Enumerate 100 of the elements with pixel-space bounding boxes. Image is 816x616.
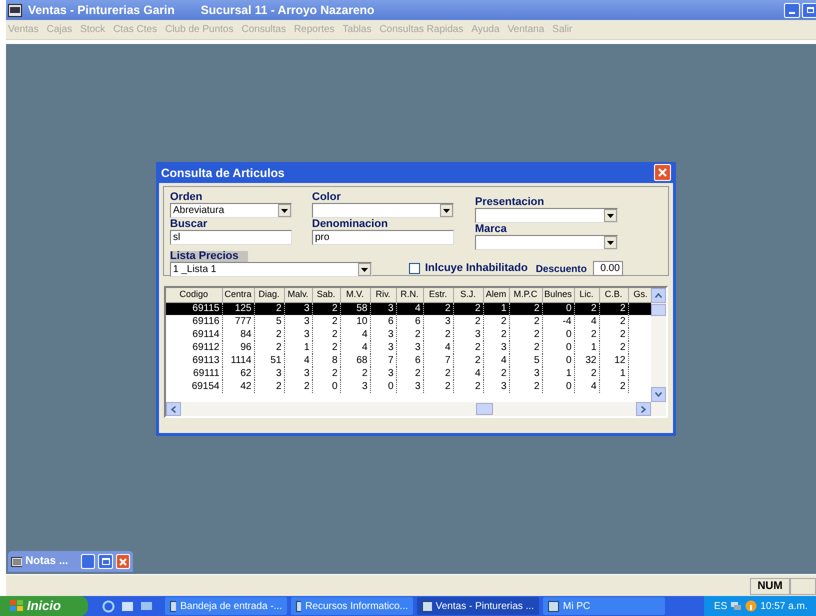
- horizontal-scrollbar[interactable]: [166, 402, 666, 416]
- window-icon: [8, 4, 22, 16]
- start-button[interactable]: Inicio: [0, 596, 88, 616]
- table-cell: 2: [574, 367, 599, 380]
- close-icon: [658, 168, 667, 177]
- table-cell: 3: [340, 380, 370, 393]
- restore-button[interactable]: [81, 554, 96, 569]
- table-cell: 2: [312, 328, 340, 341]
- column-header[interactable]: S.J.: [453, 288, 483, 302]
- descuento-field[interactable]: 0.00: [592, 261, 623, 276]
- restore-button[interactable]: [802, 2, 816, 18]
- table-cell: 2: [423, 380, 453, 393]
- dropdown-field[interactable]: Abreviatura: [170, 203, 292, 218]
- table-cell: 2: [396, 367, 423, 380]
- window-icon: [548, 600, 559, 612]
- table-cell: -4: [542, 315, 574, 328]
- column-header[interactable]: Estr.: [423, 288, 453, 302]
- table-cell: 2: [509, 302, 542, 315]
- dropdown-field[interactable]: [475, 208, 618, 223]
- column-header[interactable]: Bulnes: [542, 288, 574, 302]
- table-cell: 2: [509, 315, 542, 328]
- table-cell: 10: [340, 315, 370, 328]
- scroll-up-button[interactable]: [651, 288, 666, 303]
- table-cell: 8: [312, 354, 340, 367]
- table-cell: 2: [423, 302, 453, 315]
- taskbar-button[interactable]: Recursos Informatico...: [291, 597, 413, 615]
- table-cell: 2: [599, 328, 628, 341]
- dropdown-arrow-icon: [607, 240, 614, 244]
- table-cell: 3: [453, 328, 483, 341]
- table-cell: 0: [542, 341, 574, 354]
- column-header[interactable]: Riv.: [370, 288, 396, 302]
- text-field[interactable]: pro: [312, 230, 454, 245]
- table-cell: 2: [312, 341, 340, 354]
- vertical-scrollbar[interactable]: [651, 288, 666, 402]
- scroll-down-button[interactable]: [651, 387, 666, 402]
- column-header[interactable]: Codigo: [166, 288, 222, 302]
- table-cell: 1: [574, 341, 599, 354]
- checkbox[interactable]: [409, 263, 420, 274]
- field-label: Buscar: [170, 219, 208, 230]
- table-cell: 2: [574, 302, 599, 315]
- table-cell: 3: [483, 341, 509, 354]
- scroll-thumb[interactable]: [651, 304, 666, 316]
- scroll-thumb[interactable]: [476, 403, 493, 415]
- table-cell: 0: [542, 380, 574, 393]
- dropdown-field[interactable]: [312, 203, 454, 218]
- column-header[interactable]: Malv.: [284, 288, 312, 302]
- column-header[interactable]: Gs.: [628, 288, 652, 302]
- field-label: Lista Precios: [170, 251, 248, 262]
- table-cell: 2: [312, 302, 340, 315]
- window-icon: [296, 600, 302, 612]
- table-cell: 125: [222, 302, 254, 315]
- column-header[interactable]: M.V.: [340, 288, 370, 302]
- column-header[interactable]: Alem: [483, 288, 509, 302]
- table-cell: 3: [396, 380, 423, 393]
- table-cell: 1: [483, 302, 509, 315]
- table-cell: 3: [483, 380, 509, 393]
- column-header[interactable]: Lic.: [574, 288, 599, 302]
- table-cell: 2: [509, 328, 542, 341]
- table-cell: 7: [370, 354, 396, 367]
- table-cell: 2: [574, 328, 599, 341]
- dropdown-arrow-icon: [361, 268, 368, 272]
- taskbar-button[interactable]: Ventas - Pinturerias ...: [417, 597, 539, 615]
- close-button[interactable]: [654, 164, 671, 181]
- info-icon[interactable]: [745, 600, 758, 612]
- selected-row-highlight: [628, 302, 652, 315]
- table-cell: 0: [312, 380, 340, 393]
- table-cell: 0: [370, 380, 396, 393]
- column-header[interactable]: Sab.: [312, 288, 340, 302]
- column-header[interactable]: Diag.: [254, 288, 284, 302]
- table-cell: 3: [284, 302, 312, 315]
- dropdown-field[interactable]: [475, 235, 618, 250]
- descuento-label: Descuento: [536, 263, 587, 277]
- taskbar-button[interactable]: Mi PC: [543, 597, 665, 615]
- table-cell: 4: [340, 341, 370, 354]
- field-label: Presentacion: [475, 197, 546, 208]
- table-cell: 2: [599, 380, 628, 393]
- table-cell: 4: [453, 367, 483, 380]
- table-cell: 2: [312, 315, 340, 328]
- column-header[interactable]: Centra: [222, 288, 254, 302]
- maximize-button[interactable]: [98, 554, 113, 569]
- network-icon[interactable]: [730, 600, 742, 612]
- table-cell: 32: [574, 354, 599, 367]
- table-cell: 2: [254, 380, 284, 393]
- dropdown-arrow-icon: [607, 214, 614, 218]
- taskbar-button[interactable]: Bandeja de entrada -...: [165, 597, 287, 615]
- table-cell: 96: [222, 341, 254, 354]
- column-header[interactable]: R.N.: [396, 288, 423, 302]
- scroll-left-button[interactable]: [166, 402, 181, 416]
- dropdown-field[interactable]: 1 _Lista 1: [170, 262, 372, 277]
- column-header[interactable]: C.B.: [599, 288, 628, 302]
- column-header[interactable]: M.P.C: [509, 288, 542, 302]
- table-cell: 2: [599, 302, 628, 315]
- minimize-button[interactable]: [784, 2, 800, 18]
- table-cell: 62: [222, 367, 254, 380]
- text-field[interactable]: sl: [170, 230, 292, 245]
- windows-logo-icon: [10, 600, 23, 612]
- table-cell: 51: [254, 354, 284, 367]
- table-cell: 2: [396, 328, 423, 341]
- scroll-right-button[interactable]: [636, 402, 651, 416]
- close-button[interactable]: [116, 554, 130, 569]
